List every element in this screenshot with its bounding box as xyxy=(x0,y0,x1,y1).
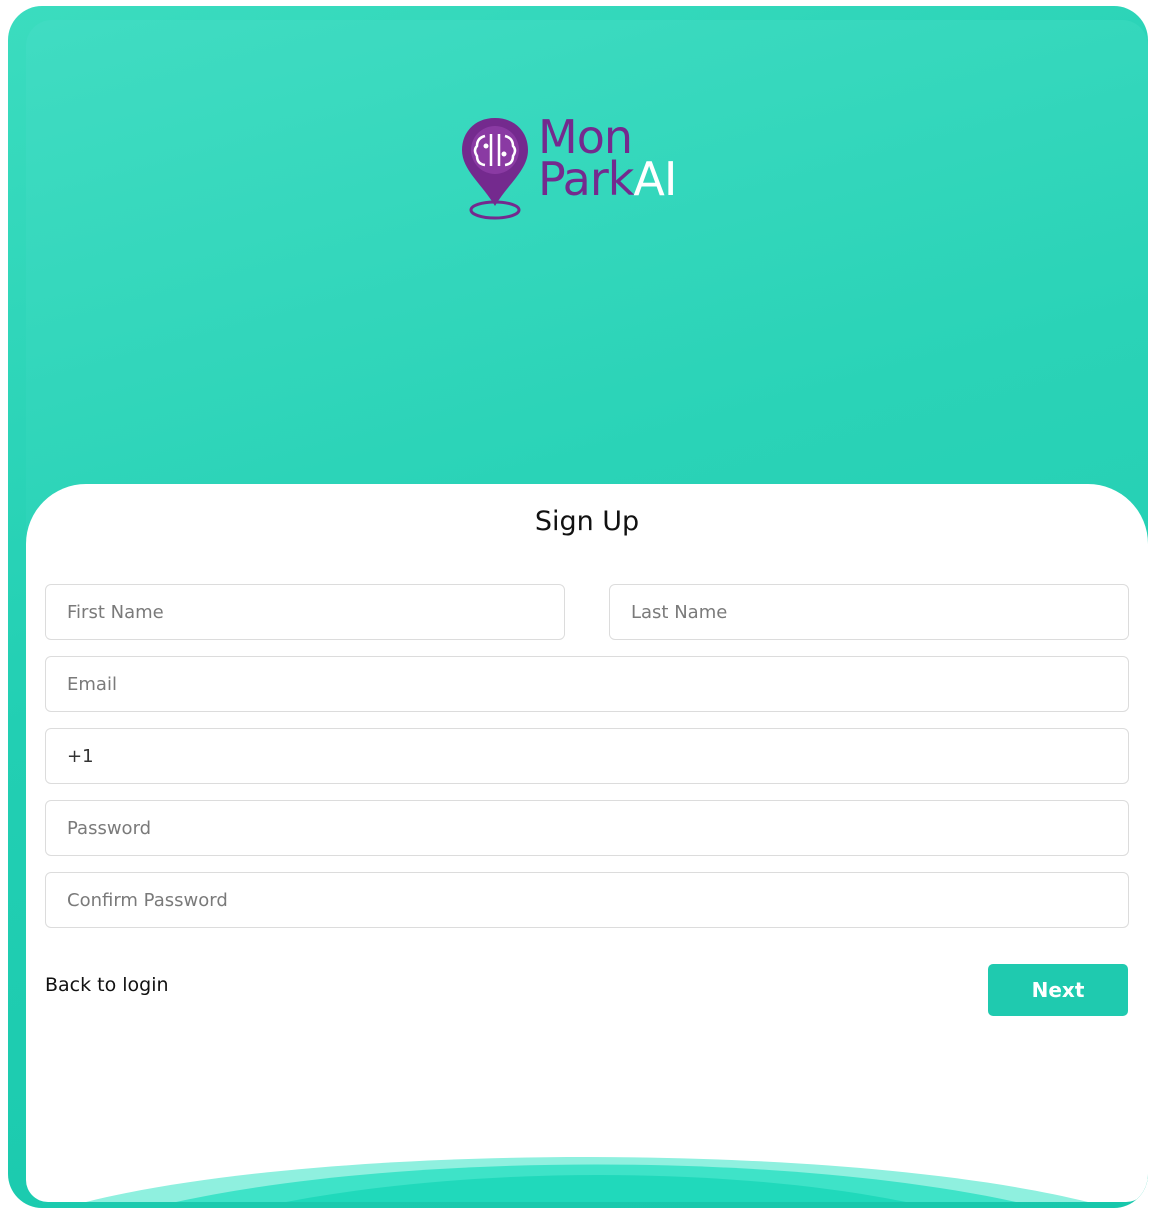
password-field-box xyxy=(45,800,1129,856)
app-screen: Mon ParkAI Sign Up First Name Last Name … xyxy=(26,20,1148,1202)
first-name-input[interactable] xyxy=(46,585,564,639)
brand-park: Park xyxy=(538,152,634,206)
back-to-login-link[interactable]: Back to login xyxy=(45,974,169,996)
password-input[interactable] xyxy=(46,801,1128,855)
phone-field-box xyxy=(45,728,1129,784)
page-title: Sign Up xyxy=(534,506,640,537)
confirm-password-input[interactable] xyxy=(46,873,1128,927)
signup-card: Sign Up Back to login Next xyxy=(26,484,1148,1202)
email-input[interactable] xyxy=(46,657,1128,711)
last-name-field-box xyxy=(609,584,1129,640)
brain-pin-icon xyxy=(462,118,528,220)
device-frame: Mon ParkAI Sign Up First Name Last Name … xyxy=(8,6,1148,1208)
brand-line-2: ParkAI xyxy=(538,156,677,202)
brand-wordmark: Mon ParkAI xyxy=(538,114,677,202)
last-name-input[interactable] xyxy=(610,585,1128,639)
decorative-waves xyxy=(86,1157,1088,1202)
next-button[interactable]: Next xyxy=(988,964,1128,1016)
phone-input[interactable] xyxy=(46,729,1128,783)
email-field-box xyxy=(45,656,1129,712)
monpark-logo: Mon ParkAI xyxy=(458,114,738,224)
first-name-field-box xyxy=(45,584,565,640)
brand-ai: AI xyxy=(633,152,677,206)
confirm-password-field-box xyxy=(45,872,1129,928)
